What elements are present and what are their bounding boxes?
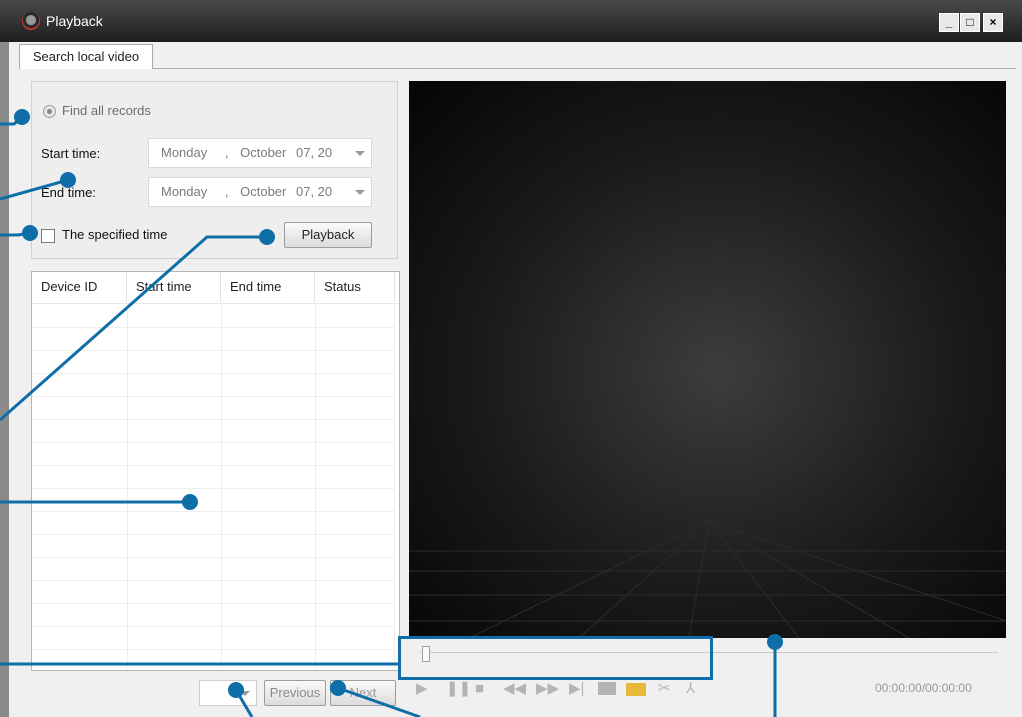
annotation-marker <box>14 109 30 125</box>
annotation-marker <box>228 682 244 698</box>
annotation-highlight-box <box>398 636 713 680</box>
annotation-marker <box>767 634 783 650</box>
annotation-marker <box>60 172 76 188</box>
annotation-marker <box>182 494 198 510</box>
annotation-lines <box>0 115 777 717</box>
annotation-marker <box>330 680 346 696</box>
annotation-marker <box>259 229 275 245</box>
annotation-marker <box>22 225 38 241</box>
